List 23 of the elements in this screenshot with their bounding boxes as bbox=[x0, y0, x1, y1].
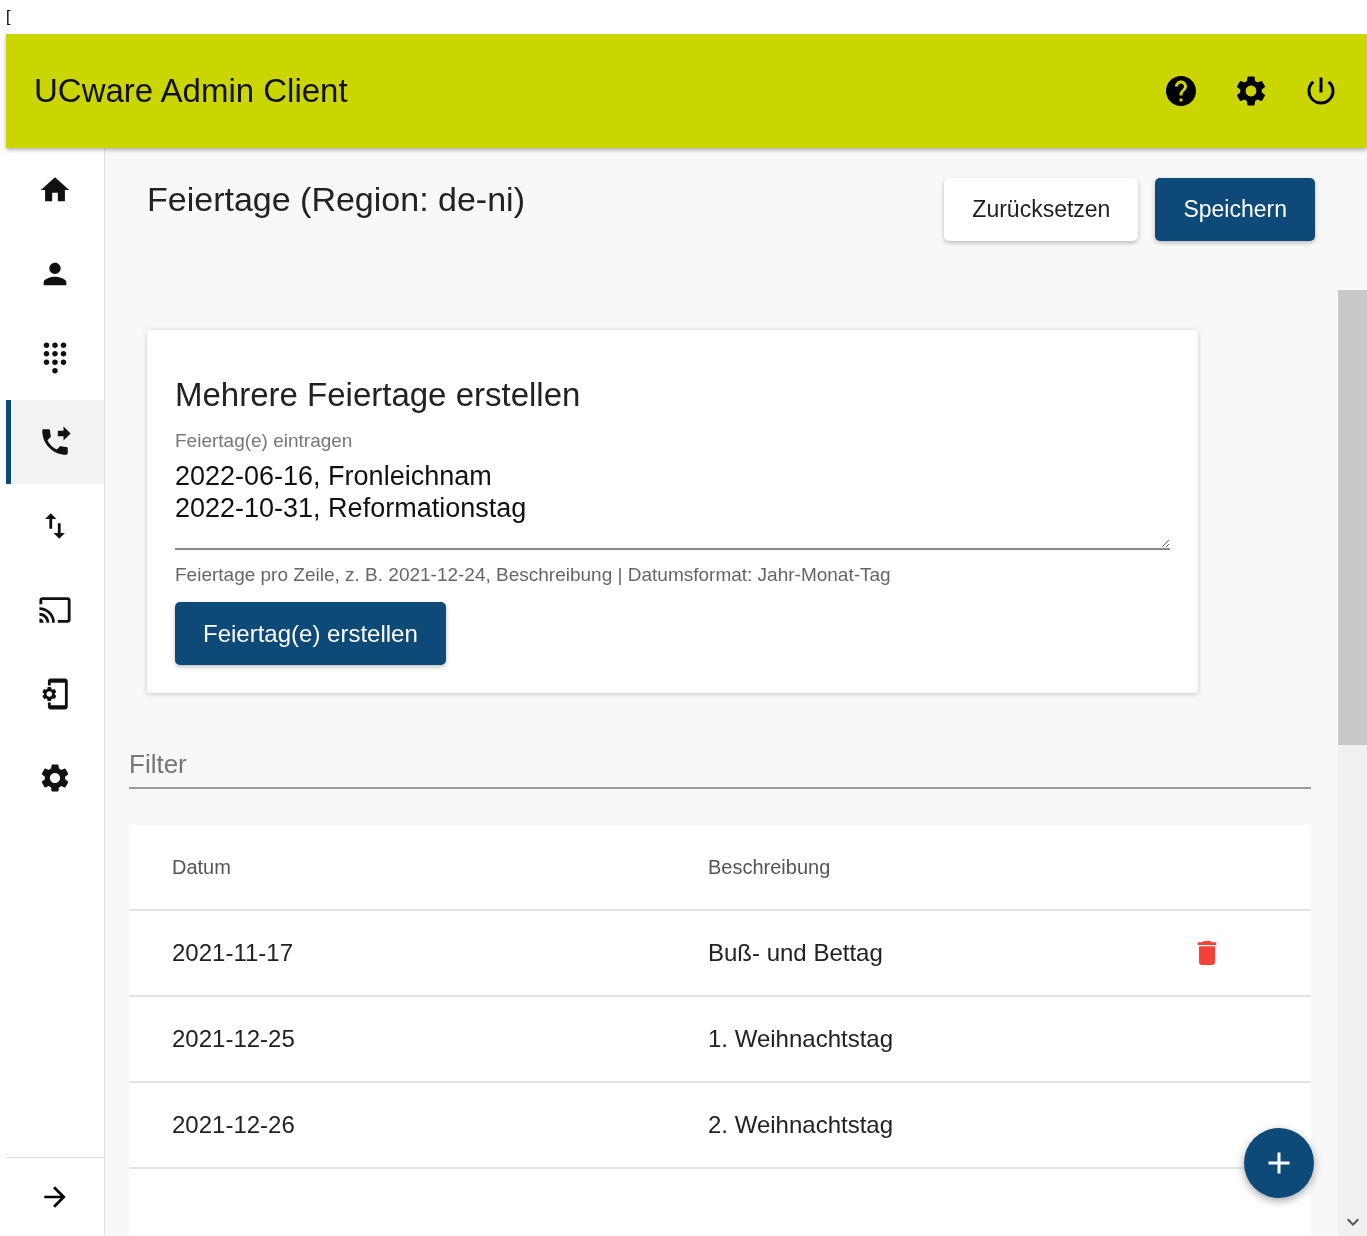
sidebar-item[interactable] bbox=[6, 400, 104, 484]
table-cell-text: 2021-12-25 bbox=[172, 1025, 296, 1053]
scrollbar-thumb[interactable] bbox=[1338, 290, 1367, 745]
help-button[interactable] bbox=[1163, 73, 1199, 109]
table-cell-text: 1. Weihnachtstag bbox=[708, 1025, 894, 1053]
field-label: Feiertag(e) eintragen bbox=[175, 430, 354, 452]
app-title: UCware Admin Client bbox=[34, 72, 349, 110]
column-header: Beschreibung bbox=[708, 855, 832, 879]
reset-button[interactable]: Zurücksetzen bbox=[944, 178, 1139, 241]
field-hint: Feiertage pro Zeile, z. B. 2021-12-24, Beschreibung | Datumsformat: Jahr-Monat-Tag bbox=[175, 564, 892, 586]
table-cell-text: 2. Weihnachtstag bbox=[708, 1111, 894, 1139]
create-button[interactable]: Feiertag(e) erstellen bbox=[175, 602, 446, 665]
bracket-text: [ bbox=[5, 7, 12, 27]
input-field[interactable]: 2022-06-16, Fronleichnam 2022-10-31, Reformationstag bbox=[175, 460, 1170, 550]
table-cell-text: 2021-11-17 bbox=[172, 939, 294, 967]
card-title: Mehrere Feiertage erstellen bbox=[175, 376, 582, 414]
save-button[interactable]: Speichern bbox=[1155, 178, 1315, 241]
table-cell-text: 2021-12-26 bbox=[172, 1111, 296, 1139]
column-header: Datum bbox=[172, 855, 232, 879]
page-title: Feiertage (Region: de-ni) bbox=[147, 180, 526, 219]
filter-field[interactable]: Filter bbox=[129, 741, 1311, 789]
scrollbar[interactable] bbox=[1338, 290, 1367, 1236]
table-cell-text: Buß- und Bettag bbox=[708, 939, 884, 967]
